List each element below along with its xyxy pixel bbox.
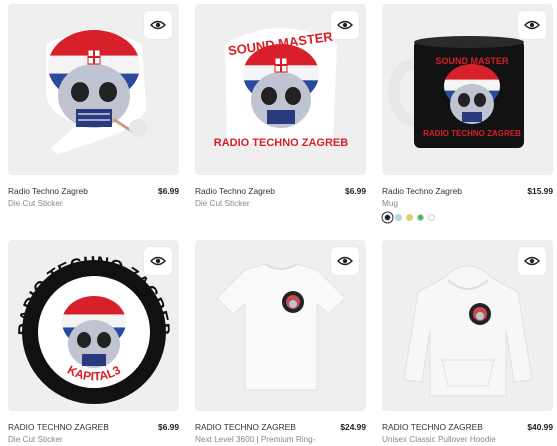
product-image[interactable]: RADIO TECHNO ZAGREB KAPITAL3 <box>8 240 179 411</box>
product-price: $6.99 <box>158 422 179 432</box>
product-type: Mug <box>382 199 398 208</box>
eye-icon <box>150 20 166 30</box>
art-top-text: SOUND MASTER <box>435 56 509 66</box>
product-image[interactable]: SOUND MASTER RADIO TECHNO ZAGREB <box>382 4 553 175</box>
eye-icon <box>337 20 353 30</box>
product-price: $6.99 <box>158 186 179 196</box>
color-swatch[interactable] <box>417 214 424 221</box>
quick-view-button[interactable] <box>518 11 546 39</box>
product-title[interactable]: RADIO TECHNO ZAGREB <box>8 422 109 432</box>
color-swatch[interactable] <box>406 214 413 221</box>
product-price: $15.99 <box>527 186 553 196</box>
color-swatch[interactable] <box>428 214 435 221</box>
product-type: Die Cut Sticker <box>8 199 63 208</box>
product-image[interactable]: SOUND MASTER RADIO TECHNO ZAGREB <box>195 4 366 175</box>
product-type: Next Level 3600 | Premium Ring- <box>195 435 316 444</box>
eye-icon <box>524 256 540 266</box>
product-title[interactable]: RADIO TECHNO ZAGREB <box>382 422 483 432</box>
product-price: $6.99 <box>345 186 366 196</box>
eye-icon <box>337 256 353 266</box>
product-type: Unisex Classic Pullover Hoodie <box>382 435 496 444</box>
quick-view-button[interactable] <box>518 247 546 275</box>
product-type: Die Cut Sticker <box>8 435 63 444</box>
quick-view-button[interactable] <box>144 11 172 39</box>
product-title[interactable]: RADIO TECHNO ZAGREB <box>195 422 296 432</box>
quick-view-button[interactable] <box>144 247 172 275</box>
color-swatches <box>384 214 435 221</box>
product-image[interactable] <box>382 240 553 411</box>
product-image[interactable] <box>195 240 366 411</box>
color-swatch[interactable] <box>395 214 402 221</box>
eye-icon <box>150 256 166 266</box>
art-bottom-text: RADIO TECHNO ZAGREB <box>423 129 521 138</box>
product-title[interactable]: Radio Techno Zagreb <box>8 186 88 196</box>
product-image[interactable] <box>8 4 179 175</box>
product-price: $24.99 <box>340 422 366 432</box>
quick-view-button[interactable] <box>331 247 359 275</box>
product-price: $40.99 <box>527 422 553 432</box>
product-title[interactable]: Radio Techno Zagreb <box>195 186 275 196</box>
quick-view-button[interactable] <box>331 11 359 39</box>
product-title[interactable]: Radio Techno Zagreb <box>382 186 462 196</box>
art-bottom-text: RADIO TECHNO ZAGREB <box>214 137 349 149</box>
color-swatch[interactable] <box>384 214 391 221</box>
eye-icon <box>524 20 540 30</box>
product-type: Die Cut Sticker <box>195 199 250 208</box>
